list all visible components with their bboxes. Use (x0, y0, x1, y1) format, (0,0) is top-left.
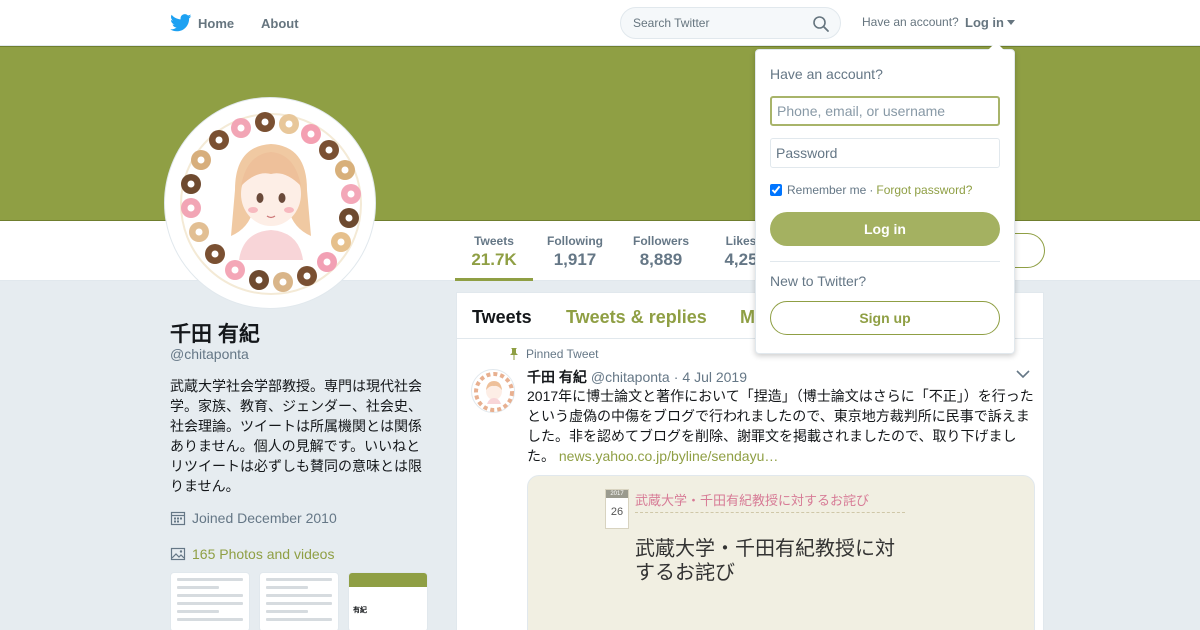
nav-home-link[interactable]: Home (170, 0, 234, 46)
thumbnail-name: 有紀 (353, 607, 367, 614)
profile-handle: @chitaponta (170, 346, 249, 362)
nav-home-label: Home (198, 15, 235, 31)
login-button[interactable]: Log in (770, 212, 1000, 246)
tweet-author-name[interactable]: 千田 有紀 (527, 367, 587, 387)
tweet-avatar[interactable] (471, 369, 515, 413)
photo-icon (170, 547, 186, 561)
profile-joined: Joined December 2010 (170, 510, 337, 526)
caret-down-icon (1007, 20, 1015, 25)
media-thumbnail[interactable] (170, 572, 250, 630)
avatar-illustration (474, 372, 514, 412)
username-field[interactable] (770, 96, 1000, 126)
stat-label: Tweets (474, 234, 514, 248)
profile-name: 千田 有紀 (170, 323, 260, 346)
profile-bio: 武蔵大学社会学部教授。専門は現代社会学。家族、教育、ジェンダー、社会史、社会理論… (170, 378, 422, 494)
media-thumbnail[interactable] (259, 572, 339, 630)
login-dropdown-title: Have an account? (770, 66, 883, 82)
calendar-icon (170, 511, 186, 526)
card-cal-day: 26 (610, 506, 624, 518)
stat-value: 1,917 (553, 250, 597, 269)
stat-label: Followers (632, 234, 689, 248)
card-title: 武蔵大学・千田有紀教授に対するお詫び (635, 536, 895, 584)
card-kicker: 武蔵大学・千田有紀教授に対するお詫び (635, 493, 870, 508)
calendar-icon: 2017 26 (605, 489, 629, 529)
stat-following[interactable]: Following 1,917 (540, 221, 610, 281)
tab-media[interactable]: M (740, 307, 755, 328)
photos-count: 165 Photos and videos (192, 546, 335, 562)
remember-row: Remember me · Forgot password? (770, 183, 972, 197)
nav-about-link[interactable]: About (261, 0, 299, 46)
card-cal-month: 2017 (606, 490, 628, 498)
remember-me-checkbox[interactable] (770, 184, 782, 196)
login-dropdown-toggle[interactable]: Log in (965, 15, 1015, 30)
link-preview-card[interactable]: 2017 26 武蔵大学・千田有紀教授に対するお詫び 武蔵大学・千田有紀教授に対… (527, 475, 1035, 630)
login-link-label: Log in (965, 15, 1004, 30)
joined-date: Joined December 2010 (192, 510, 337, 526)
have-account-text: Have an account? (862, 15, 959, 29)
nav-about-label: About (261, 15, 299, 31)
tab-tweets-and-replies[interactable]: Tweets & replies (566, 307, 707, 328)
tweet-date[interactable]: 4 Jul 2019 (682, 369, 747, 385)
tweet-header: 千田 有紀 @chitaponta · 4 Jul 2019 (527, 367, 747, 387)
avatar-illustration (180, 112, 362, 295)
tweet-text: 2017年に博士論文と著作において「捏造」（博士論文はさらに「不正」）を行ったと… (527, 386, 1035, 466)
chevron-down-icon[interactable] (1016, 369, 1030, 379)
stat-followers[interactable]: Followers 8,889 (625, 221, 697, 281)
forgot-password-link[interactable]: Forgot password? (876, 183, 972, 197)
stat-value: 8,889 (639, 250, 683, 269)
pinned-label: Pinned Tweet (526, 347, 599, 361)
girl-figure (231, 144, 311, 260)
dropdown-arrow (988, 42, 1004, 50)
pinned-indicator: Pinned Tweet (509, 347, 599, 361)
search-input[interactable] (633, 16, 803, 30)
stat-value: 21.7K (471, 250, 517, 269)
remember-me-label[interactable]: Remember me (787, 183, 866, 197)
stat-tweets[interactable]: Tweets 21.7K (455, 221, 533, 281)
tab-tweets[interactable]: Tweets (472, 307, 532, 328)
stat-label: Following (547, 234, 603, 248)
search-box (620, 7, 841, 39)
dropdown-divider (770, 261, 1000, 262)
card-divider (635, 512, 905, 513)
photos-videos-link[interactable]: 165 Photos and videos (170, 546, 334, 562)
pin-icon (510, 348, 518, 360)
password-field[interactable] (770, 138, 1000, 168)
media-thumbnail[interactable]: 有紀 (348, 572, 428, 630)
twitter-bird-icon (170, 14, 192, 32)
tweet-link[interactable]: news.yahoo.co.jp/byline/sendayu… (559, 448, 778, 464)
profile-avatar[interactable] (164, 97, 376, 309)
top-nav: Home About Have an account? Log in (0, 0, 1200, 46)
new-to-twitter-text: New to Twitter? (770, 273, 867, 289)
login-dropdown: Have an account? Remember me · Forgot pa… (755, 42, 1015, 354)
tweet-author-handle[interactable]: @chitaponta (591, 369, 670, 385)
search-icon[interactable] (812, 15, 830, 33)
signup-button[interactable]: Sign up (770, 301, 1000, 335)
